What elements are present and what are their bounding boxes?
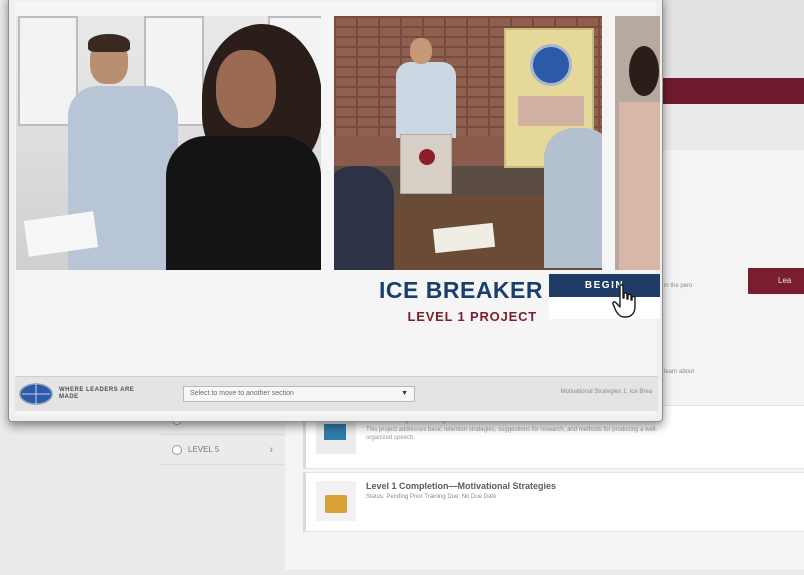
project-title[interactable]: Level 1 Completion—Motivational Strategi… (366, 481, 794, 491)
learn-button[interactable]: Lea (748, 268, 804, 294)
hero-photo-audience (615, 16, 660, 270)
project-card[interactable]: Level 1 Completion—Motivational Strategi… (303, 472, 804, 532)
begin-button-underbar (549, 297, 660, 319)
hero-photo-meeting (16, 16, 321, 270)
hand-cursor-icon (612, 284, 636, 318)
project-thumbnail (316, 481, 356, 521)
toastmasters-logo-icon (419, 149, 435, 165)
peek-text: learn about (664, 369, 695, 375)
brand-tagline: WHERE LEADERS ARE MADE (59, 387, 135, 400)
hero-photo-speaker (334, 16, 602, 270)
project-level: LEVEL 1 PROJECT (407, 309, 537, 324)
level-label: LEVEL 5 (188, 445, 220, 454)
radio-icon (172, 444, 182, 455)
background-banner (640, 78, 804, 104)
begin-button[interactable]: BEGIN (549, 274, 660, 297)
toastmasters-logo-icon (530, 44, 572, 86)
modal-footer: WHERE LEADERS ARE MADE Select to move to… (15, 376, 658, 411)
modal-content: ICE BREAKER LEVEL 1 PROJECT BEGIN WHERE … (15, 1, 660, 415)
section-select[interactable]: Select to move to another section ▼ (183, 386, 415, 402)
footer-breadcrumb: Motivational Strategies 1: Ice Brea (560, 389, 652, 395)
project-modal: ICE BREAKER LEVEL 1 PROJECT BEGIN WHERE … (8, 0, 663, 422)
dropdown-arrow-icon: ▼ (401, 390, 408, 397)
toastmasters-logo-icon (19, 383, 53, 405)
lectern (400, 134, 452, 194)
peek-text: in the pero (664, 283, 693, 289)
project-description: This project addresses basic retention s… (366, 427, 658, 441)
project-status: Status: Pending Prior Training Due: No D… (366, 494, 497, 500)
project-title: ICE BREAKER (379, 277, 543, 303)
section-select-value: Select to move to another section (190, 390, 294, 397)
sidebar-item-level-5[interactable]: LEVEL 5 › (160, 435, 285, 465)
chevron-right-icon: › (269, 443, 273, 456)
